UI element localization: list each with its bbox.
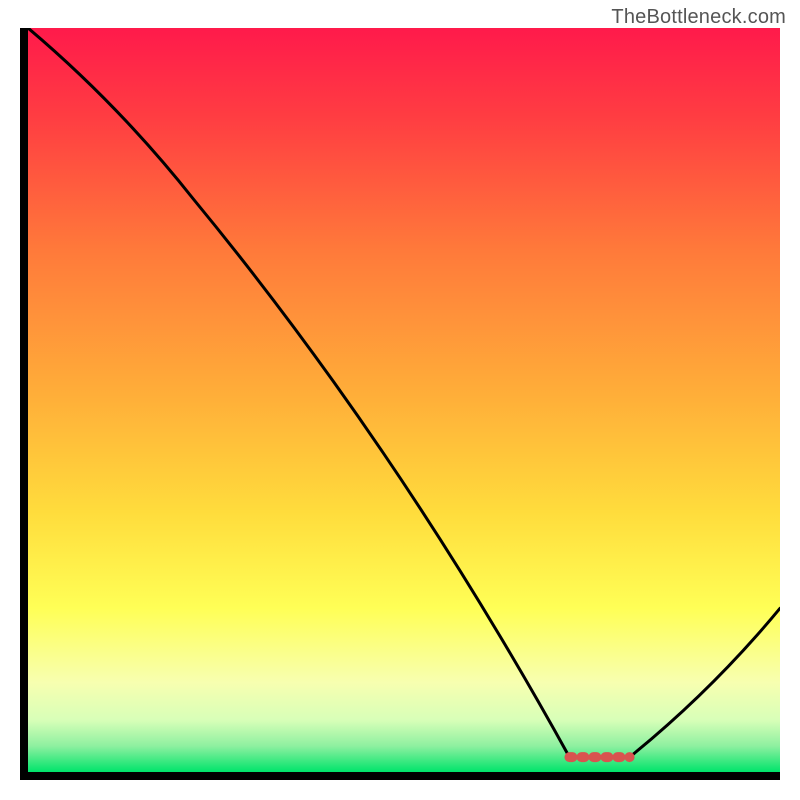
plot-border (20, 28, 780, 780)
gradient-fill (28, 28, 780, 772)
plot-area (28, 28, 780, 772)
chart-frame: TheBottleneck.com (0, 0, 800, 800)
watermark-text: TheBottleneck.com (611, 6, 786, 29)
plot-svg (28, 28, 780, 772)
